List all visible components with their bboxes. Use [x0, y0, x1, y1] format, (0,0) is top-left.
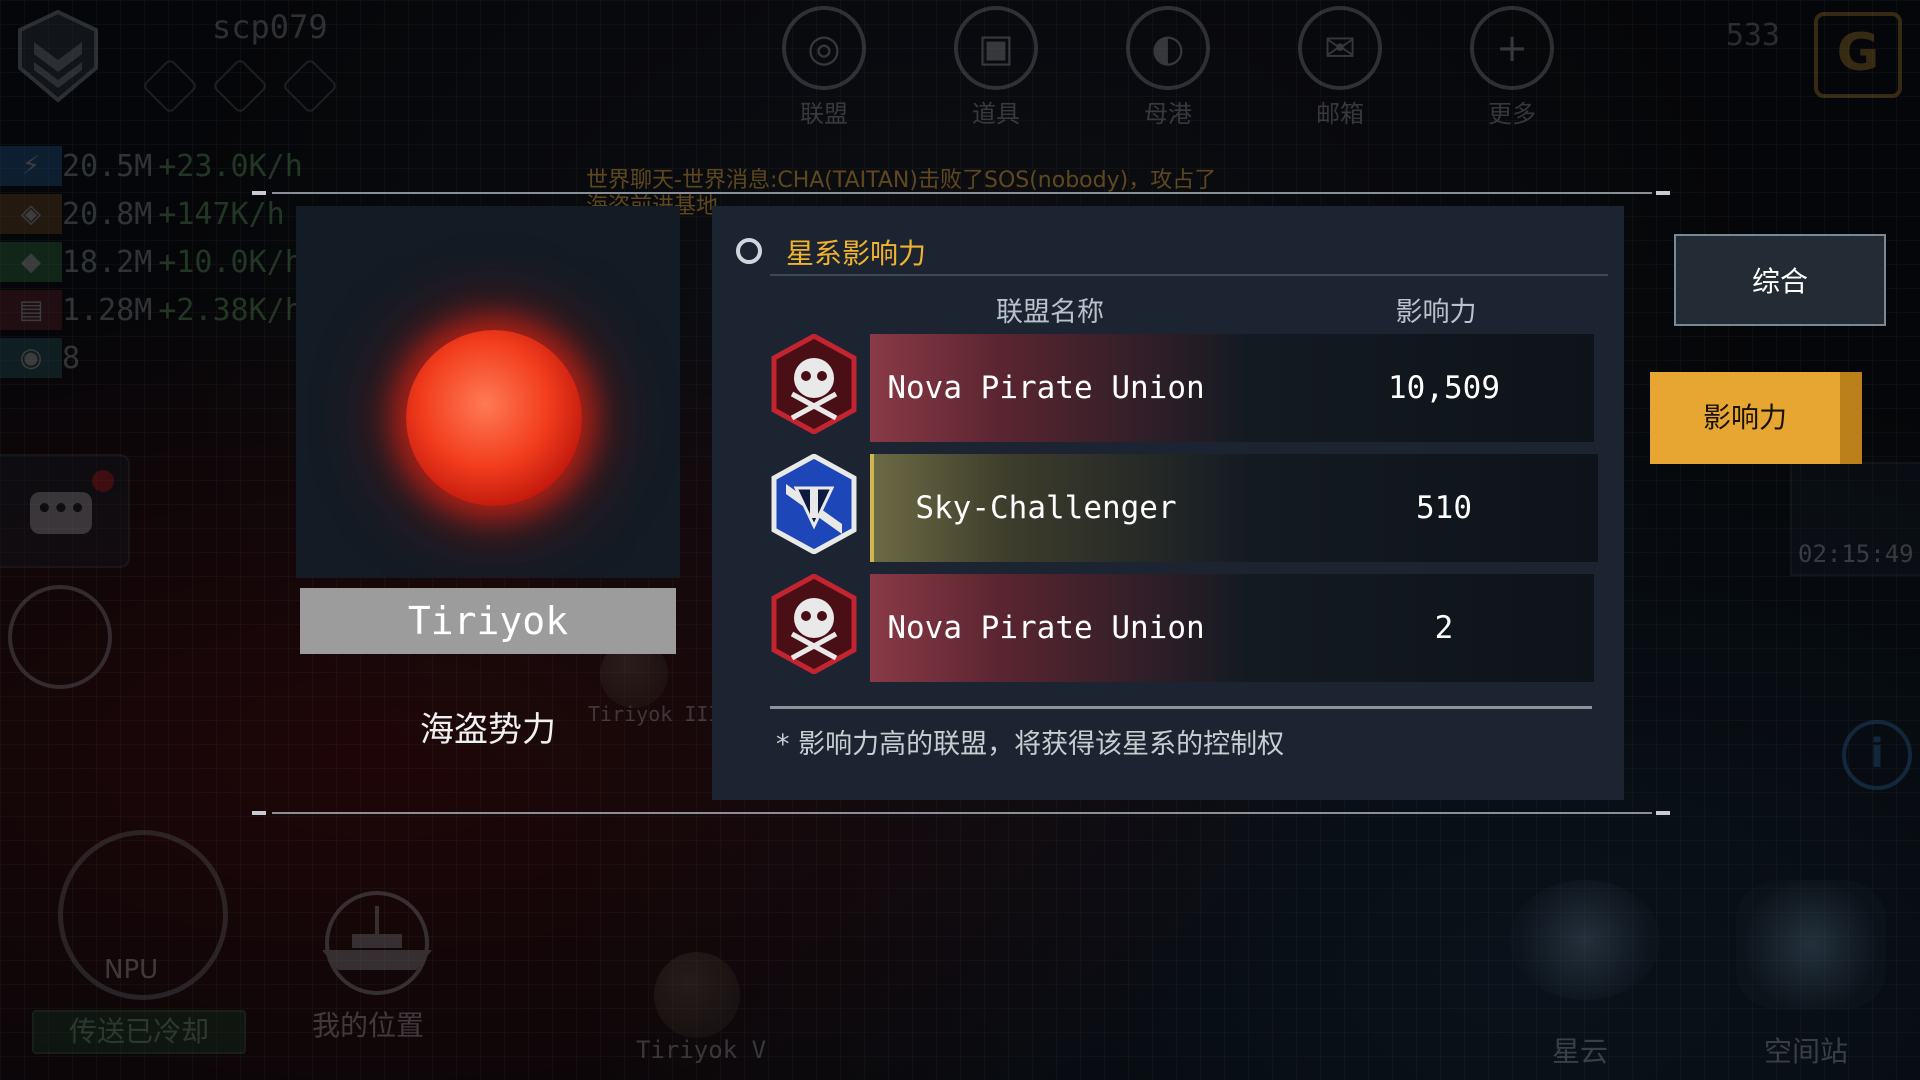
influence-row[interactable]: Nova Pirate Union 10,509 [770, 334, 1594, 442]
influence-icon [736, 238, 762, 264]
influence-footnote: * 影响力高的联盟，将获得该星系的控制权 [776, 729, 1285, 760]
column-header-influence: 影响力 [1395, 297, 1477, 328]
title-divider [770, 274, 1608, 276]
column-header-alliance: 联盟名称 [996, 297, 1104, 328]
corner-mark [252, 191, 266, 195]
star-faction: 海盗势力 [420, 710, 556, 750]
tab-general[interactable]: 综合 [1674, 234, 1886, 326]
corner-mark [252, 811, 266, 815]
influence-value: 2 [1434, 610, 1454, 646]
pirate-skull-icon [771, 334, 857, 434]
panel-title: 星系影响力 [786, 237, 927, 270]
influence-value: 10,509 [1388, 370, 1500, 406]
alliance-name: Sky-Challenger [915, 490, 1177, 526]
pirate-skull-icon [771, 574, 857, 674]
red-star-image [406, 330, 582, 506]
tab-influence[interactable]: 影响力 [1650, 372, 1862, 464]
corner-mark [1656, 811, 1670, 815]
influence-value: 510 [1416, 490, 1472, 526]
modal-bottom-border [272, 812, 1652, 814]
influence-row[interactable]: Sky-Challenger 510 [770, 454, 1598, 562]
corner-mark [1656, 191, 1670, 195]
influence-row[interactable]: Nova Pirate Union 2 [770, 574, 1594, 682]
modal-top-border [272, 192, 1652, 194]
alliance-name: Nova Pirate Union [887, 370, 1205, 406]
sky-challenger-icon [771, 454, 857, 554]
star-name-plate: Tiriyok [300, 588, 676, 654]
footer-divider [770, 706, 1592, 709]
alliance-name: Nova Pirate Union [887, 610, 1205, 646]
